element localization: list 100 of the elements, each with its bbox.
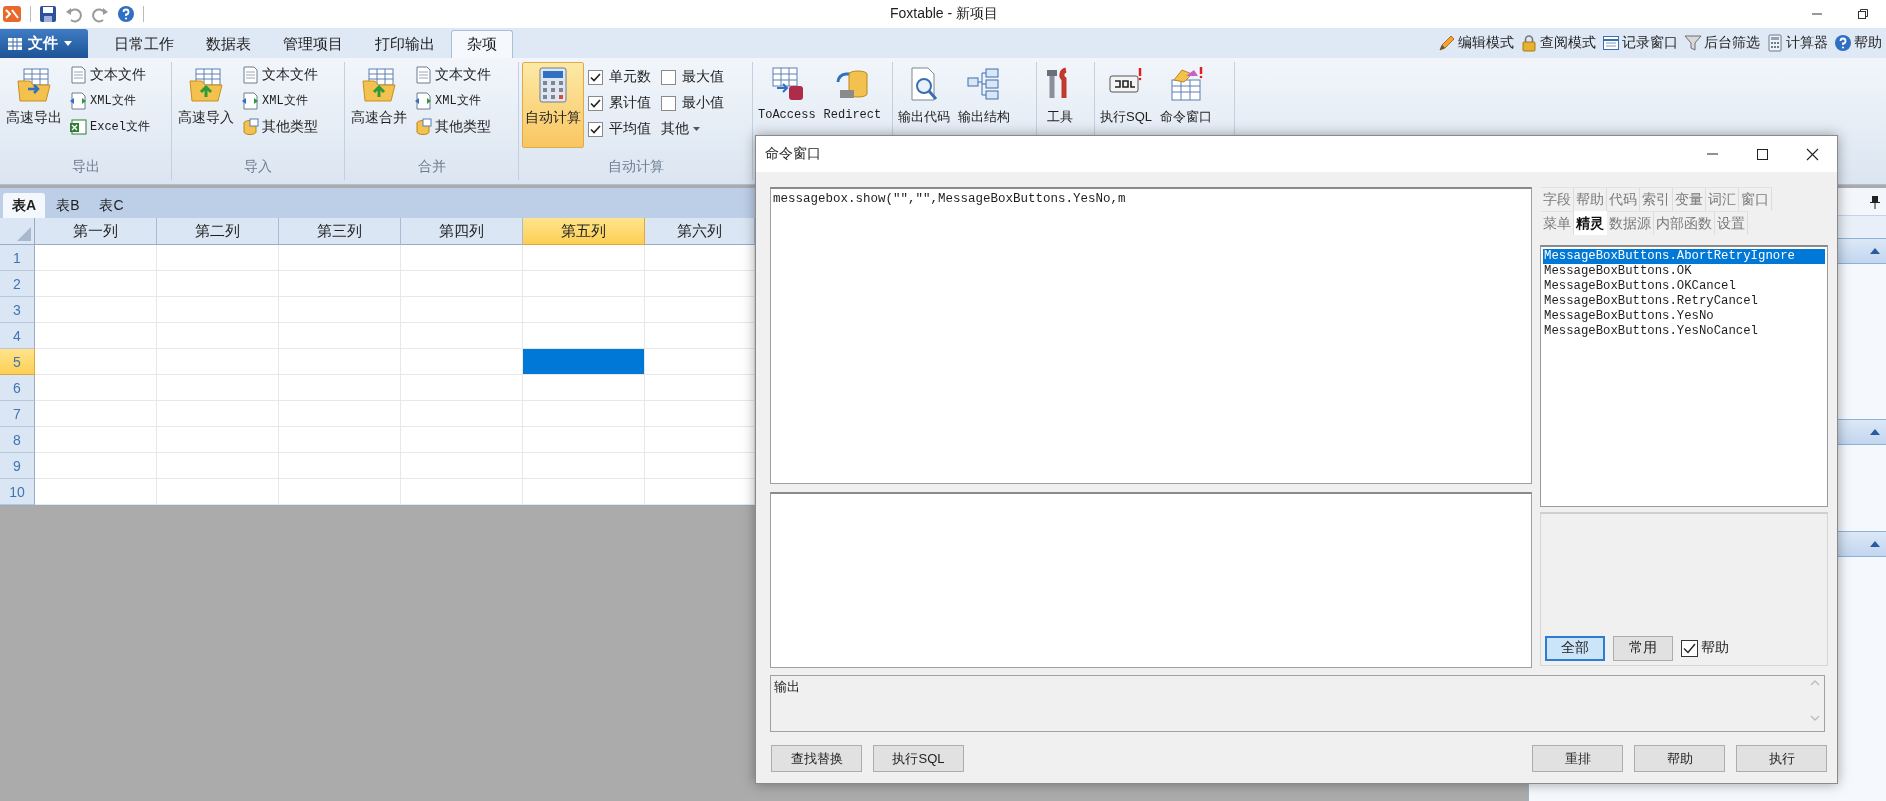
toolbar-button[interactable]: 记录窗口 (1602, 34, 1678, 52)
filter-button[interactable]: 常用 (1613, 635, 1673, 661)
ribbon-tab[interactable]: 管理项目 (267, 30, 359, 58)
ribbon-button[interactable]: ToAccess (756, 62, 818, 122)
column-header[interactable]: 第二列 (157, 218, 279, 245)
ribbon-button[interactable]: 工具 (1040, 62, 1080, 126)
sheet-tab[interactable]: 表C (90, 193, 133, 218)
list-item[interactable]: MessageBoxButtons.AbortRetryIgnore (1543, 249, 1825, 264)
sheet-tab[interactable]: 表B (47, 193, 89, 218)
row-header[interactable]: 3 (0, 297, 35, 323)
panel-tab[interactable]: 窗口 (1739, 187, 1772, 211)
column-header[interactable]: 第四列 (401, 218, 523, 245)
column-header[interactable]: 第六列 (645, 218, 755, 245)
ribbon-button[interactable]: 命令窗口 (1158, 62, 1214, 126)
checkbox[interactable] (661, 69, 676, 85)
panel-tab[interactable]: 代码 (1607, 187, 1640, 211)
ribbon-tab[interactable]: 打印输出 (359, 30, 451, 58)
ribbon-small-button[interactable]: XML文件 (414, 90, 491, 111)
toolbar-button[interactable]: 计算器 (1766, 34, 1828, 52)
folder-import-icon (188, 67, 224, 103)
ribbon-small-button[interactable]: 文本文件 (414, 64, 491, 85)
file-menu-button[interactable]: 文件 (0, 29, 88, 58)
undo-icon[interactable] (65, 5, 83, 23)
dialog-button[interactable]: 重排 (1532, 745, 1623, 772)
list-item[interactable]: MessageBoxButtons.OK (1543, 264, 1825, 279)
pin-icon[interactable] (1870, 194, 1880, 209)
ribbon-small-button[interactable]: 其他类型 (241, 116, 318, 137)
ribbon-small-button[interactable]: XML文件 (69, 90, 150, 111)
checkbox[interactable] (588, 95, 603, 111)
selected-cell[interactable] (523, 349, 645, 375)
panel-tab[interactable]: 菜单 (1541, 211, 1574, 235)
row-header[interactable]: 5 (0, 349, 35, 375)
collapse-arrow-icon (1870, 541, 1880, 547)
xml-file-icon (241, 91, 259, 110)
list-item[interactable]: MessageBoxButtons.OKCancel (1543, 279, 1825, 294)
ribbon-button[interactable]: Redirect (821, 62, 884, 122)
filter-button[interactable]: 全部 (1545, 635, 1605, 661)
row-header[interactable]: 8 (0, 427, 35, 453)
checkbox[interactable] (661, 95, 676, 111)
panel-tab[interactable]: 索引 (1640, 187, 1673, 211)
redo-icon[interactable] (91, 5, 109, 23)
dialog-button[interactable]: 执行SQL (873, 745, 964, 772)
ribbon-button[interactable]: 输出结构 (956, 62, 1012, 126)
panel-tab[interactable]: 字段 (1541, 187, 1574, 211)
ribbon-small-button[interactable]: 文本文件 (69, 64, 150, 85)
ribbon-tab[interactable]: 数据表 (190, 30, 267, 58)
table-icon (8, 37, 22, 50)
ribbon-button[interactable]: 执行SQL (1098, 62, 1154, 126)
dropdown-button[interactable]: 其他 (661, 118, 724, 140)
sheet-tab[interactable]: 表A (3, 193, 46, 218)
ribbon-small-button[interactable]: XML文件 (241, 90, 318, 111)
panel-tab[interactable]: 设置 (1715, 211, 1748, 235)
toolbar-button[interactable]: 查阅模式 (1520, 34, 1596, 52)
dialog-button[interactable]: 查找替换 (771, 745, 862, 772)
ribbon-group-label: 自动计算 (606, 158, 665, 176)
row-header[interactable]: 2 (0, 271, 35, 297)
panel-tab[interactable]: 精灵 (1574, 211, 1607, 235)
checkbox-label: 平均值 (609, 120, 651, 138)
corner-triangle-icon (17, 227, 31, 241)
save-icon[interactable] (39, 5, 57, 23)
list-item[interactable]: MessageBoxButtons.RetryCancel (1543, 294, 1825, 309)
ribbon-large-button[interactable]: 自动计算 (522, 62, 584, 148)
column-header[interactable]: 第一列 (35, 218, 157, 245)
panel-tab[interactable]: 词汇 (1706, 187, 1739, 211)
output-field[interactable]: 输出 (770, 675, 1825, 732)
panel-tab[interactable]: 变量 (1673, 187, 1706, 211)
row-header[interactable]: 1 (0, 245, 35, 271)
checkbox-label: 单元数 (609, 68, 651, 86)
ribbon-small-button[interactable]: 文本文件 (241, 64, 318, 85)
checkbox[interactable] (588, 69, 603, 85)
panel-tab[interactable]: 内部函数 (1654, 211, 1715, 235)
row-header[interactable]: 6 (0, 375, 35, 401)
row-header[interactable]: 4 (0, 323, 35, 349)
help-icon[interactable] (117, 5, 135, 23)
panel-tab[interactable]: 数据源 (1607, 211, 1654, 235)
toolbar-button[interactable]: 帮助 (1834, 34, 1882, 52)
code-editor[interactable]: messagebox.show("","",MessageBoxButtons.YesNo,m (770, 187, 1532, 484)
dialog-button[interactable]: 执行 (1736, 745, 1827, 772)
checkbox[interactable] (1681, 639, 1698, 657)
ribbon-large-button[interactable]: 高速导出 (3, 62, 65, 148)
list-item[interactable]: MessageBoxButtons.YesNo (1543, 309, 1825, 324)
column-header[interactable]: 第五列 (523, 218, 645, 245)
ribbon-small-button[interactable]: 其他类型 (414, 116, 491, 137)
ribbon-tab[interactable]: 杂项 (451, 30, 513, 58)
ribbon-large-button[interactable]: 高速导入 (175, 62, 237, 148)
toolbar-button[interactable]: 后台筛选 (1684, 34, 1760, 52)
dialog-button[interactable]: 帮助 (1634, 745, 1725, 772)
ribbon-large-button[interactable]: 高速合并 (348, 62, 410, 148)
list-item[interactable]: MessageBoxButtons.YesNoCancel (1543, 324, 1825, 339)
ribbon-tab[interactable]: 日常工作 (98, 30, 190, 58)
row-header[interactable]: 7 (0, 401, 35, 427)
ribbon-group-label: 合并 (416, 158, 447, 176)
panel-tab[interactable]: 帮助 (1574, 187, 1607, 211)
ribbon-small-button[interactable]: Excel文件 (69, 116, 150, 137)
column-header[interactable]: 第三列 (279, 218, 401, 245)
row-header[interactable]: 10 (0, 479, 35, 505)
ribbon-button[interactable]: 输出代码 (896, 62, 952, 126)
toolbar-button[interactable]: 编辑模式 (1438, 34, 1514, 52)
checkbox[interactable] (588, 121, 603, 137)
row-header[interactable]: 9 (0, 453, 35, 479)
